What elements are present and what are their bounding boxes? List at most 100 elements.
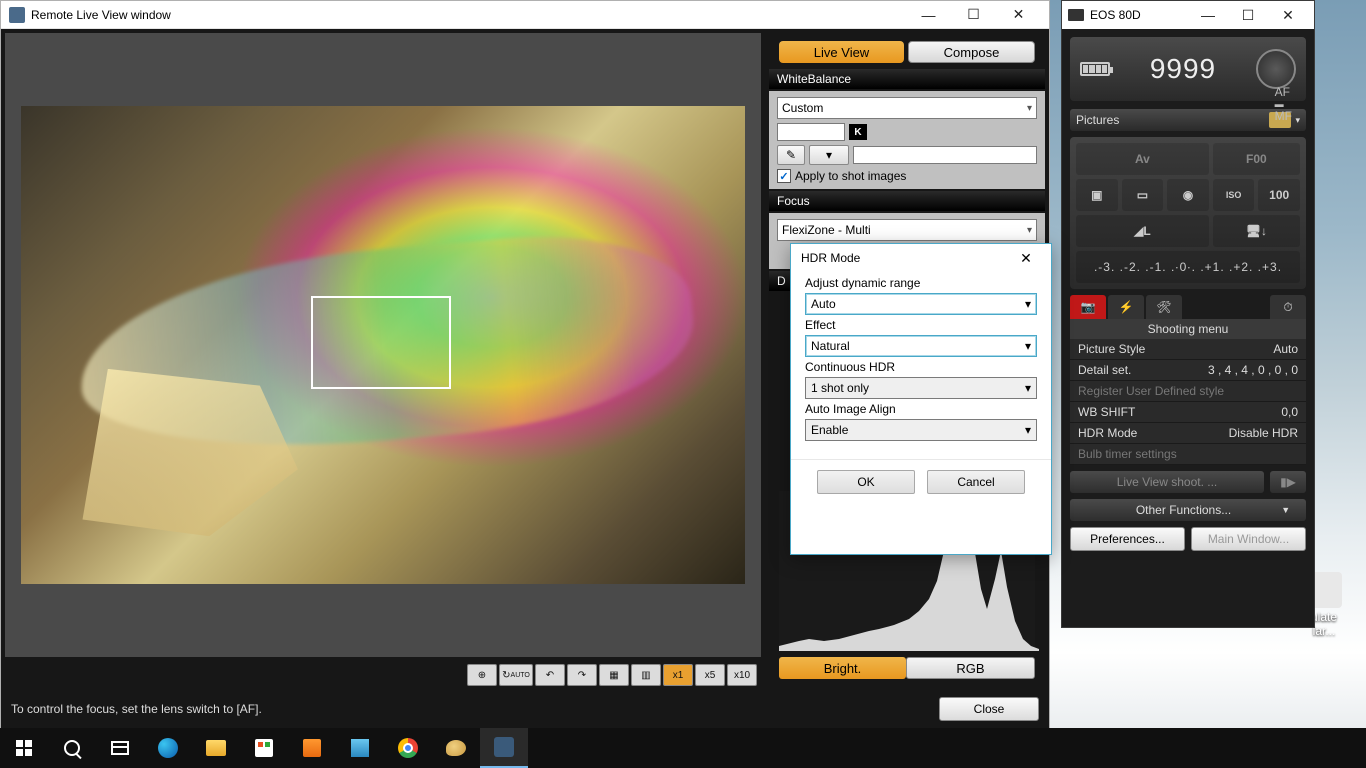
cam-minimize-button[interactable]: — (1188, 1, 1228, 29)
iso-value-cell[interactable]: 100 (1258, 179, 1300, 211)
hdr-effect-value: Natural (811, 339, 850, 353)
auto-rotate-button[interactable]: ↻AUTO (499, 664, 533, 686)
shots-remaining: 9999 (1150, 53, 1216, 85)
focus-rectangle[interactable] (311, 296, 451, 389)
tab-rgb[interactable]: RGB (906, 657, 1035, 679)
kelvin-badge: K (849, 124, 867, 140)
cam-maximize-button[interactable]: ☐ (1228, 1, 1268, 29)
taskbar-chrome[interactable] (384, 728, 432, 768)
focus-mode-value: FlexiZone - Multi (782, 223, 871, 237)
taskbar-store[interactable] (240, 728, 288, 768)
capture-tab-tools[interactable]: 🛠 (1146, 295, 1182, 319)
av-mode-cell[interactable]: Av (1076, 143, 1209, 175)
wb-mode-value: Custom (782, 101, 823, 115)
hdr-cont-label: Continuous HDR (805, 360, 1037, 374)
taskbar-paint[interactable] (432, 728, 480, 768)
drive-mode-cell[interactable]: ▣ (1076, 179, 1118, 211)
minimize-button[interactable]: — (906, 1, 951, 29)
taskbar-edge[interactable] (144, 728, 192, 768)
hdr-mode-dialog: HDR Mode ✕ Adjust dynamic range Auto▾ Ef… (790, 243, 1052, 555)
wb-section-header: WhiteBalance (769, 69, 1045, 89)
camera-lcd: 9999 AF▬MF (1070, 37, 1306, 101)
preferences-button[interactable]: Preferences... (1070, 527, 1185, 551)
hdr-range-label: Adjust dynamic range (805, 276, 1037, 290)
zoom-x10-button[interactable]: x10 (727, 664, 757, 686)
aperture-cell[interactable]: F00 (1213, 143, 1300, 175)
hdr-close-button[interactable]: ✕ (1011, 244, 1041, 272)
exposure-panel: Av F00 ▣ ▭ ◉ ISO 100 ◢L 🖥↓ .-3. .-2. .-1… (1070, 137, 1306, 289)
menu-hdr-mode[interactable]: HDR ModeDisable HDR (1070, 423, 1306, 444)
taskbar-paint3d[interactable] (336, 728, 384, 768)
single-shot-cell[interactable]: ▭ (1122, 179, 1164, 211)
menu-bulb-timer: Bulb timer settings (1070, 444, 1306, 465)
hdr-effect-select[interactable]: Natural▾ (805, 335, 1037, 357)
wb-eyedropper-button[interactable]: ✎ (777, 145, 805, 165)
focus-section-header: Focus (769, 191, 1045, 211)
hdr-align-select[interactable]: Enable▾ (805, 419, 1037, 441)
zoom-x1-button[interactable]: x1 (663, 664, 693, 686)
video-button[interactable]: ▮▶ (1270, 471, 1306, 493)
destination-label: Pictures (1076, 113, 1119, 127)
task-view-button[interactable] (96, 728, 144, 768)
taskbar-eos-utility[interactable] (480, 728, 528, 768)
iso-label-cell: ISO (1213, 179, 1255, 211)
wb-mode-select[interactable]: Custom▾ (777, 97, 1037, 119)
footer-close-button[interactable]: Close (939, 697, 1039, 721)
save-pc-cell[interactable]: 🖥↓ (1213, 215, 1300, 247)
camera-icon (1068, 9, 1084, 21)
maximize-button[interactable]: ☐ (951, 1, 996, 29)
hdr-cancel-button[interactable]: Cancel (927, 470, 1025, 494)
hdr-range-value: Auto (811, 297, 836, 311)
main-window-button[interactable]: Main Window... (1191, 527, 1306, 551)
live-image (21, 106, 745, 584)
image-toolbar: ⊕ ↻AUTO ↶ ↷ ▦ ▥ x1 x5 x10 (1, 661, 765, 689)
metering-cell[interactable]: ◉ (1167, 179, 1209, 211)
focus-mode-select[interactable]: FlexiZone - Multi▾ (777, 219, 1037, 241)
mode-dial[interactable] (1256, 49, 1296, 89)
taskbar-explorer[interactable] (192, 728, 240, 768)
close-button[interactable]: ✕ (996, 1, 1041, 29)
menu-wb-shift[interactable]: WB SHIFT0,0 (1070, 402, 1306, 423)
quality-cell[interactable]: ◢L (1076, 215, 1209, 247)
capture-tab-timer[interactable]: ⏱ (1270, 295, 1306, 319)
tab-live-view[interactable]: Live View (779, 41, 904, 63)
cam-titlebar[interactable]: EOS 80D — ☐ ✕ (1062, 1, 1314, 29)
cam-title: EOS 80D (1090, 8, 1141, 22)
rotate-cw-button[interactable]: ↷ (567, 664, 597, 686)
menu-register-style: Register User Defined style (1070, 381, 1306, 402)
cam-close-button[interactable]: ✕ (1268, 1, 1308, 29)
menu-picture-style[interactable]: Picture StyleAuto (1070, 339, 1306, 360)
taskbar-movies[interactable] (288, 728, 336, 768)
live-view-shoot-button[interactable]: Live View shoot. ... (1070, 471, 1264, 493)
capture-tab-camera[interactable]: 📷 (1070, 295, 1106, 319)
capture-tab-flash[interactable]: ⚡ (1108, 295, 1144, 319)
zoom-x5-button[interactable]: x5 (695, 664, 725, 686)
taskbar (0, 728, 1366, 768)
rlv-titlebar[interactable]: Remote Live View window — ☐ ✕ (1, 1, 1049, 29)
search-button[interactable] (48, 728, 96, 768)
status-message: To control the focus, set the lens switc… (11, 702, 262, 716)
af-mf-indicator: AF▬MF (1275, 85, 1292, 123)
apply-to-shot-checkbox[interactable]: ✓ (777, 169, 791, 183)
wb-kelvin-input[interactable] (777, 123, 845, 141)
center-focus-button[interactable]: ⊕ (467, 664, 497, 686)
wb-dropdown-button[interactable]: ▾ (809, 145, 849, 165)
ev-scale[interactable]: .-3. .-2. .-1. .∙0∙. .+1. .+2. .+3. (1076, 251, 1300, 283)
rotate-ccw-button[interactable]: ↶ (535, 664, 565, 686)
other-functions-button[interactable]: Other Functions... (1070, 499, 1306, 521)
start-button[interactable] (0, 728, 48, 768)
tab-compose[interactable]: Compose (908, 41, 1035, 63)
hdr-align-label: Auto Image Align (805, 402, 1037, 416)
menu-detail-set[interactable]: Detail set.3 , 4 , 4 , 0 , 0 , 0 (1070, 360, 1306, 381)
live-image-area[interactable] (5, 33, 761, 657)
wb-value-input[interactable] (853, 146, 1037, 164)
shooting-menu-header: Shooting menu (1070, 319, 1306, 339)
grid-button[interactable]: ▦ (599, 664, 629, 686)
tab-bright[interactable]: Bright. (779, 657, 906, 679)
hdr-ok-button[interactable]: OK (817, 470, 915, 494)
battery-icon (1080, 62, 1110, 76)
hdr-range-select[interactable]: Auto▾ (805, 293, 1037, 315)
destination-row[interactable]: Pictures ▾ (1070, 109, 1306, 131)
hdr-cont-select[interactable]: 1 shot only▾ (805, 377, 1037, 399)
aspect-button[interactable]: ▥ (631, 664, 661, 686)
